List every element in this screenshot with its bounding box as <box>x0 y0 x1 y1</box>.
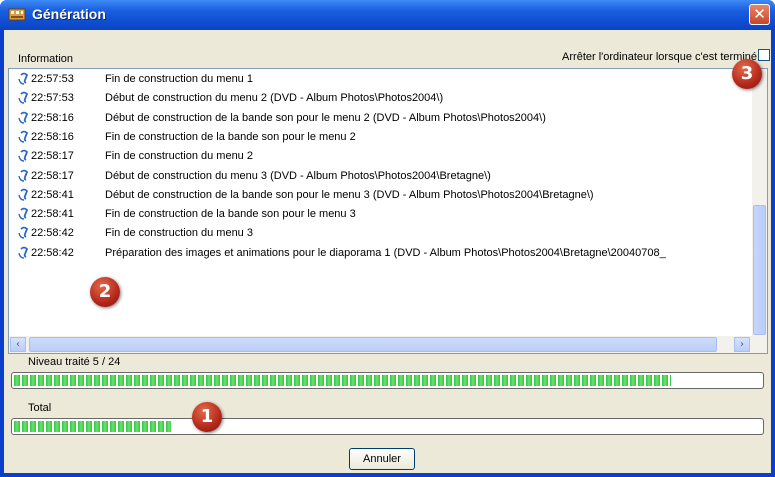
log-entry-message: Fin de construction de la bande son pour… <box>105 130 356 143</box>
log-entry-message: Fin de construction du menu 1 <box>105 73 253 85</box>
log-entry-time: 22:58:41 <box>31 188 74 201</box>
log-entry-message: Début de construction du menu 2 (DVD - A… <box>105 92 444 105</box>
horizontal-scroll-thumb[interactable] <box>29 337 717 352</box>
window-title: Génération <box>32 6 106 22</box>
info-icon <box>18 207 29 220</box>
shutdown-checkbox[interactable] <box>758 49 770 61</box>
info-icon <box>18 226 29 240</box>
callout-marker-2: 2 <box>90 277 120 307</box>
total-progress-label: Total <box>28 402 52 414</box>
log-entry-time: 22:58:42 <box>31 227 74 240</box>
callout-marker-3: 3 <box>732 59 762 89</box>
log-entry-message: Fin de construction du menu 3 <box>105 227 253 240</box>
log-entry[interactable]: 22:58:17 Fin de construction du menu 2 <box>9 148 753 165</box>
log-entry-time: 22:58:16 <box>31 111 74 124</box>
info-icon <box>18 130 29 143</box>
film-icon <box>8 8 26 21</box>
info-icon <box>18 188 29 201</box>
info-icon <box>18 72 29 85</box>
log-entry-message: Début de construction du menu 3 (DVD - A… <box>105 169 491 182</box>
log-entry[interactable]: 22:58:41 Fin de construction de la bande … <box>9 206 753 223</box>
title-bar[interactable]: Génération ✕ <box>0 0 775 30</box>
log-entry-message: Fin de construction du menu 2 <box>105 150 253 163</box>
total-progress-fill <box>14 421 171 432</box>
info-icon <box>18 91 29 104</box>
generation-window: Génération ✕ Information Arrêter l'ordin… <box>0 0 775 477</box>
log-entry-message: Début de construction de la bande son po… <box>105 111 546 124</box>
log-entry[interactable]: 22:58:16 Début de construction de la band… <box>9 110 753 127</box>
log-entry[interactable]: 22:58:17 Début de construction du menu 3 … <box>9 168 753 185</box>
total-progress-bar <box>11 418 764 435</box>
info-icon <box>18 111 29 124</box>
vertical-scroll-thumb[interactable] <box>753 205 766 335</box>
log-panel: 22:57:53 Fin de construction du menu 1 22:… <box>8 68 768 354</box>
info-icon <box>18 246 29 259</box>
log-entry[interactable]: 22:58:16 Fin de construction de la bande … <box>9 129 753 146</box>
information-column-header: Information <box>18 53 74 65</box>
log-entry-time: 22:57:53 <box>31 92 74 105</box>
info-icon <box>18 149 29 162</box>
log-entry[interactable]: 22:57:53 Début de construction du menu 2 … <box>9 90 753 107</box>
level-progress-fill <box>14 375 671 386</box>
close-icon: ✕ <box>753 5 766 23</box>
log-entry-time: 22:58:16 <box>31 130 74 143</box>
log-entry-time: 22:58:17 <box>31 150 74 163</box>
callout-marker-1: 1 <box>192 402 222 432</box>
log-entry[interactable]: 22:58:42 Fin de construction du menu 3 <box>9 225 753 242</box>
info-icon <box>18 169 29 182</box>
scroll-left-button[interactable]: ‹ <box>10 337 26 352</box>
log-entry-time: 22:57:53 <box>31 73 74 85</box>
chevron-right-icon: › <box>740 339 744 350</box>
log-entry-time: 22:58:42 <box>31 246 74 259</box>
log-entry[interactable]: 22:58:42 Préparation des images et animat… <box>9 245 753 262</box>
chevron-left-icon: ‹ <box>16 339 20 350</box>
log-entry[interactable]: 22:58:41 Début de construction de la band… <box>9 187 753 204</box>
vertical-scrollbar[interactable] <box>752 69 767 337</box>
scroll-right-button[interactable]: › <box>734 337 750 352</box>
horizontal-scrollbar[interactable]: ‹ › <box>9 336 767 353</box>
log-entry-time: 22:58:17 <box>31 169 74 182</box>
close-button[interactable]: ✕ <box>749 4 770 25</box>
level-progress-label: Niveau traité 5 / 24 <box>28 356 121 368</box>
shutdown-checkbox-label[interactable]: Arrêter l'ordinateur lorsque c'est termi… <box>562 51 757 63</box>
log-entry-message: Préparation des images et animations pou… <box>105 246 666 259</box>
log-list: 22:57:53 Fin de construction du menu 1 22:… <box>9 69 753 337</box>
log-entry-message: Fin de construction de la bande son pour… <box>105 208 356 221</box>
log-entry-time: 22:58:41 <box>31 208 74 221</box>
level-progress-bar <box>11 372 764 389</box>
log-entry[interactable]: 22:57:53 Fin de construction du menu 1 <box>9 71 753 88</box>
cancel-button[interactable]: Annuler <box>349 448 415 470</box>
log-entry-message: Début de construction de la bande son po… <box>105 188 594 201</box>
dialog-body: Information Arrêter l'ordinateur lorsque… <box>4 30 771 473</box>
